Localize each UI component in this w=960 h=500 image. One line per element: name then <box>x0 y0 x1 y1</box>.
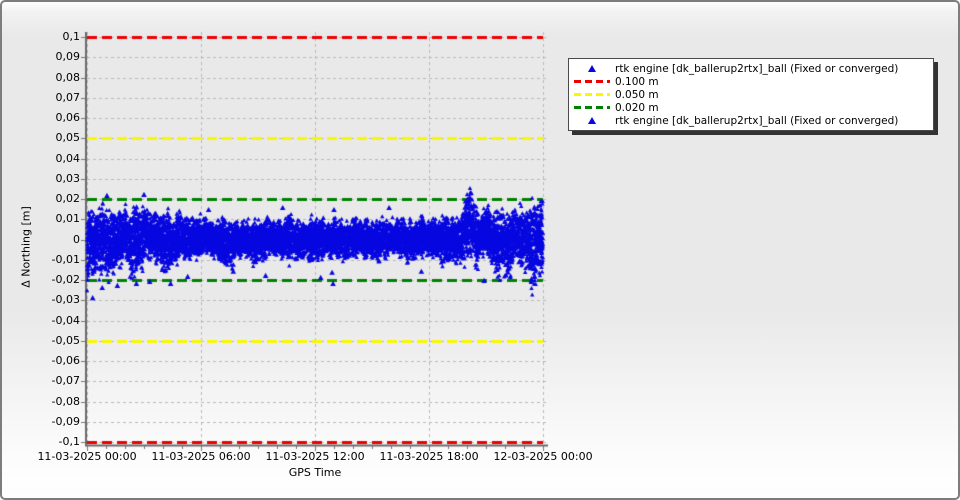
legend-item[interactable]: 0.100 m <box>569 75 933 88</box>
y-tick-label: -0,02 <box>51 273 80 286</box>
y-axis-title: Δ Northing [m] <box>19 206 33 288</box>
y-tick-label: 0,09 <box>55 50 81 64</box>
legend-item[interactable]: rtk engine [dk_ballerup2rtx]_ball (Fixed… <box>569 114 933 127</box>
x-tick-label: 11-03-2025 18:00 <box>379 450 479 463</box>
legend-label: 0.050 m <box>615 88 659 101</box>
y-tick-label: 0,06 <box>55 111 81 124</box>
series-triangle-icon <box>569 117 615 124</box>
legend-item[interactable]: rtk engine [dk_ballerup2rtx]_ball (Fixed… <box>569 62 933 75</box>
y-tick-label: 0,05 <box>55 131 81 145</box>
y-tick-label: -0,09 <box>51 414 80 428</box>
y-tick-label: 0,02 <box>55 192 81 205</box>
y-tick-label: -0,03 <box>51 293 80 307</box>
y-tick-label: 0,08 <box>55 70 81 84</box>
y-tick-label: -0,1 <box>58 435 80 448</box>
y-tick-label: -0,06 <box>51 354 80 367</box>
series-triangle-icon <box>569 65 615 72</box>
threshold-dash-icon <box>569 93 615 96</box>
y-tick-label: 0,03 <box>55 171 81 185</box>
y-tick-label: 0,04 <box>55 151 81 165</box>
x-tick-label: 11-03-2025 00:00 <box>37 450 137 463</box>
y-tick-label: -0,05 <box>51 333 80 347</box>
y-tick-label: -0,01 <box>51 252 80 266</box>
threshold-dash-icon <box>569 80 615 83</box>
legend-label: 0.020 m <box>615 101 659 114</box>
y-tick-label: 0,01 <box>55 212 81 226</box>
threshold-dash-icon <box>569 106 615 109</box>
x-tick-label: 11-03-2025 12:00 <box>265 450 365 463</box>
y-tick-label: 0 <box>73 232 80 246</box>
y-tick-label: -0,04 <box>51 313 80 327</box>
legend[interactable]: rtk engine [dk_ballerup2rtx]_ball (Fixed… <box>568 58 934 131</box>
x-tick-label: 12-03-2025 00:00 <box>493 450 593 463</box>
legend-label: rtk engine [dk_ballerup2rtx]_ball (Fixed… <box>615 114 899 127</box>
chart-window: 0,1 0,09 0,08 0,07 0,06 0,05 0,04 0,03 0,02 0,01 0… <box>0 0 960 500</box>
y-tick-label: -0,08 <box>51 394 80 408</box>
x-axis-title: GPS Time <box>288 466 342 479</box>
y-tick-label: -0,07 <box>51 374 80 388</box>
legend-item[interactable]: 0.020 m <box>569 101 933 114</box>
y-tick-label: 0,1 <box>62 30 81 43</box>
y-tick-label: 0,07 <box>55 90 81 104</box>
x-tick-label: 11-03-2025 06:00 <box>151 450 251 463</box>
legend-label: rtk engine [dk_ballerup2rtx]_ball (Fixed… <box>615 62 899 75</box>
legend-label: 0.100 m <box>615 75 659 88</box>
legend-item[interactable]: 0.050 m <box>569 88 933 101</box>
